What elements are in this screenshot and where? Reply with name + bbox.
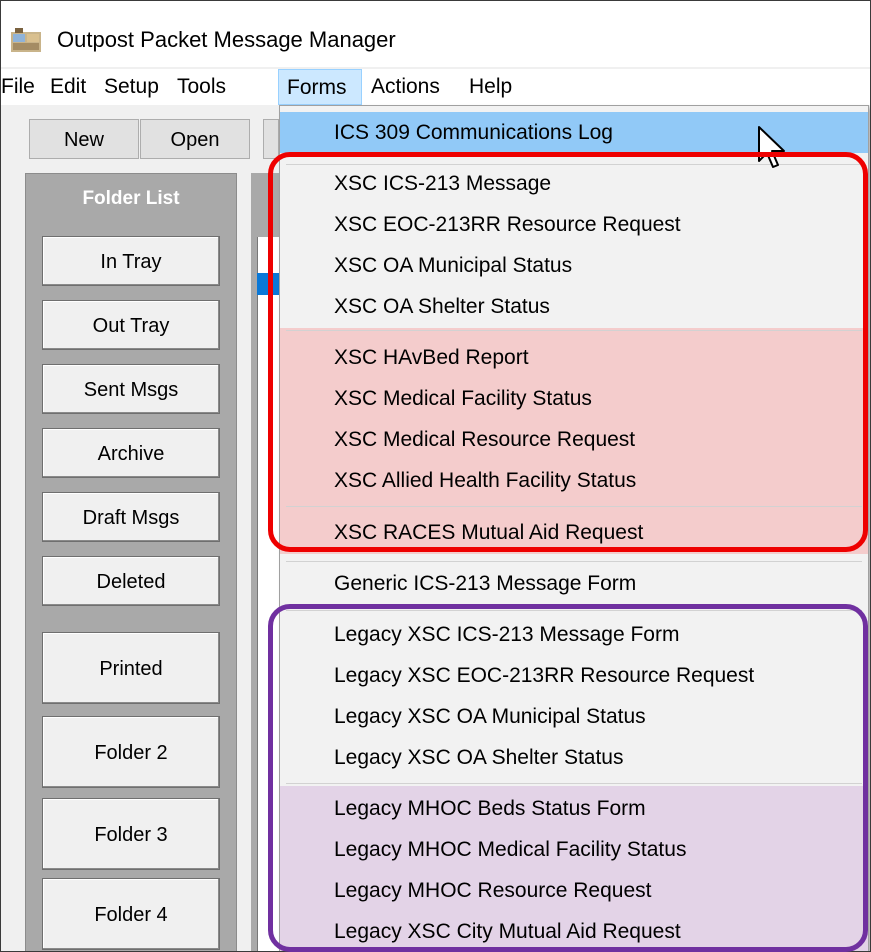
menu-actions[interactable]: Actions	[371, 69, 440, 105]
folder-2[interactable]: Folder 2	[42, 716, 220, 788]
red-annotation-box	[268, 152, 868, 552]
new-button[interactable]: New	[29, 119, 139, 159]
menu-edit[interactable]: Edit	[50, 69, 86, 105]
menu-separator	[286, 561, 862, 562]
folder-4[interactable]: Folder 4	[42, 878, 220, 950]
folder-in-tray[interactable]: In Tray	[42, 236, 220, 286]
menu-help[interactable]: Help	[469, 69, 512, 105]
menu-file[interactable]: File	[1, 69, 35, 105]
folder-3[interactable]: Folder 3	[42, 798, 220, 870]
app-icon	[11, 28, 41, 52]
menu-tools[interactable]: Tools	[177, 69, 226, 105]
menu-item-generic-ics213[interactable]: Generic ICS-213 Message Form	[280, 563, 868, 604]
open-button[interactable]: Open	[140, 119, 250, 159]
toolbar-button-partial[interactable]	[263, 119, 279, 159]
folder-out-tray[interactable]: Out Tray	[42, 300, 220, 350]
title-bar: Outpost Packet Message Manager	[1, 1, 870, 67]
menu-bar: File Edit Setup Tools Forms Actions Help	[1, 69, 870, 105]
window-title: Outpost Packet Message Manager	[57, 27, 396, 52]
menu-setup[interactable]: Setup	[104, 69, 159, 105]
folder-printed[interactable]: Printed	[42, 632, 220, 704]
folder-list-title: Folder List	[82, 188, 180, 209]
folder-draft-msgs[interactable]: Draft Msgs	[42, 492, 220, 542]
menu-forms[interactable]: Forms	[278, 69, 362, 105]
folder-archive[interactable]: Archive	[42, 428, 220, 478]
folder-list-panel: Folder List In Tray Out Tray Sent Msgs A…	[25, 173, 237, 951]
folder-sent-msgs[interactable]: Sent Msgs	[42, 364, 220, 414]
folder-deleted[interactable]: Deleted	[42, 556, 220, 606]
purple-annotation-box	[268, 604, 868, 952]
